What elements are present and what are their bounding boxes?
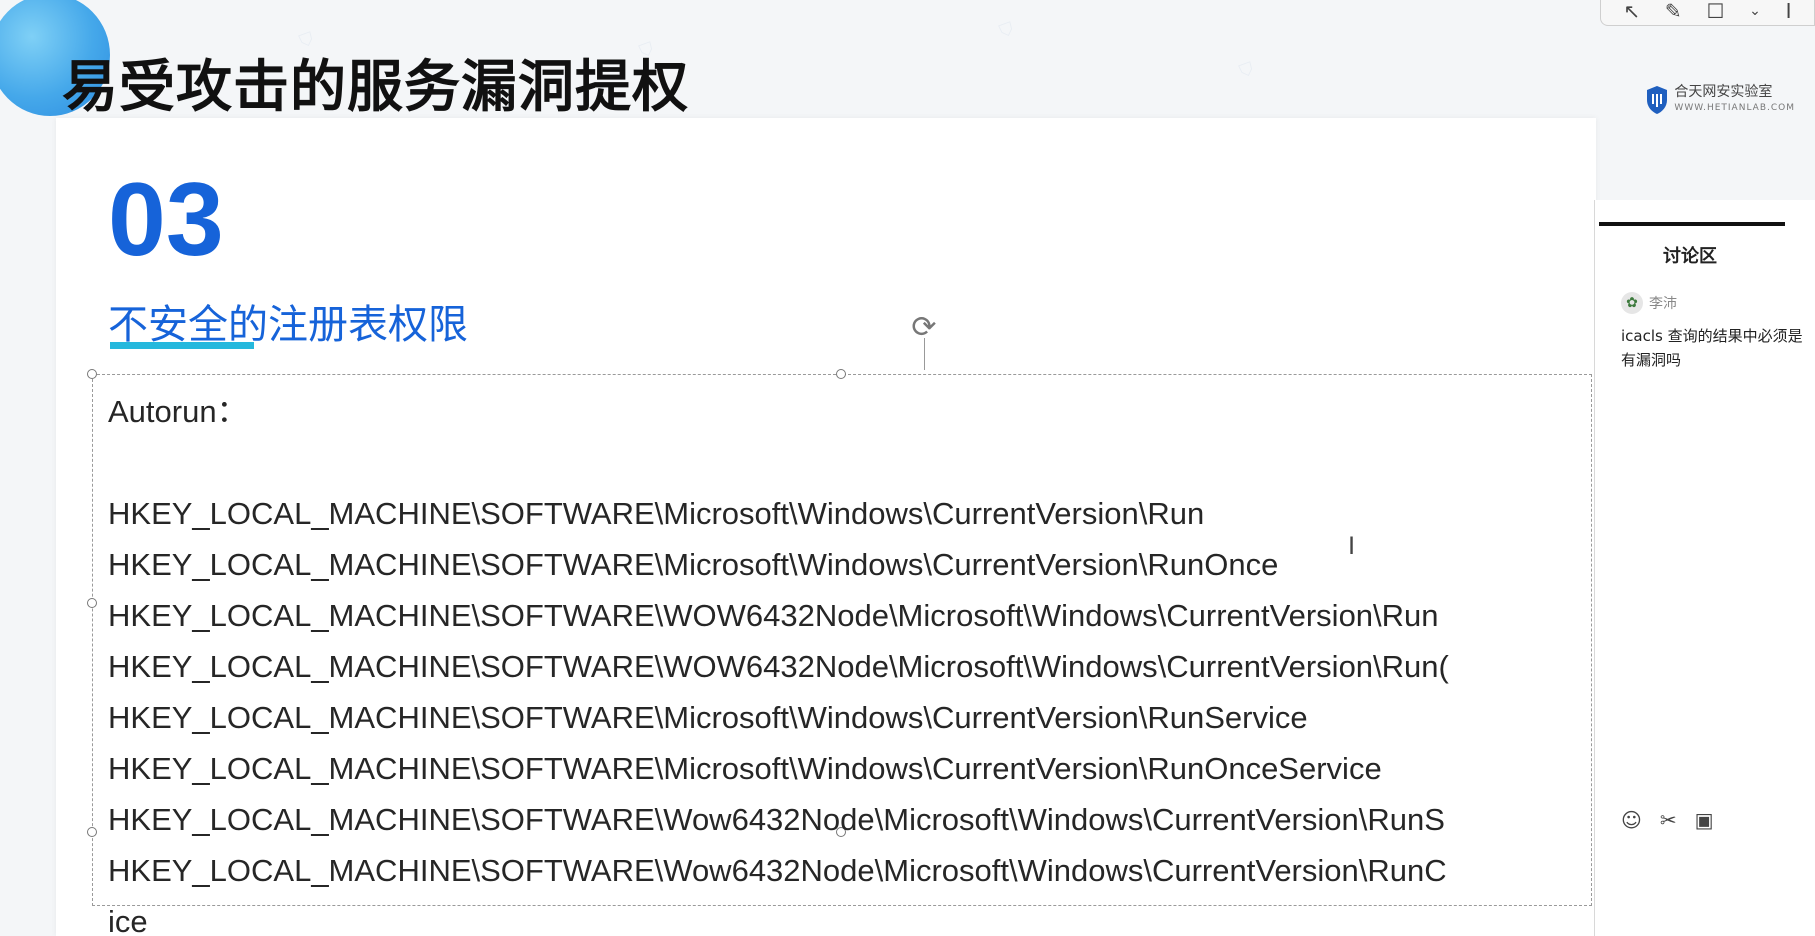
- chat-actions: ☺ ✂ ▣: [1621, 808, 1714, 832]
- resize-handle[interactable]: [836, 369, 846, 379]
- chevron-down-icon[interactable]: ⌄: [1749, 3, 1761, 19]
- brand-logo: 合天网安实验室 WWW.HETIANLAB.COM: [1646, 84, 1795, 116]
- message-author: ✿ 李沛: [1621, 292, 1677, 314]
- watermark: ⛉: [996, 18, 1017, 43]
- registry-key-line: HKEY_LOCAL_MACHINE\SOFTWARE\Wow6432Node\…: [108, 853, 1447, 888]
- annotation-toolbar: ↖ ✎ ☐ ⌄ I: [1600, 0, 1815, 26]
- scissors-icon[interactable]: ✂: [1660, 808, 1677, 832]
- cursor-icon[interactable]: ↖: [1623, 0, 1640, 23]
- shape-icon[interactable]: ☐: [1706, 0, 1724, 23]
- logo-text: 合天网安实验室 WWW.HETIANLAB.COM: [1674, 84, 1795, 116]
- registry-key-line: HKEY_LOCAL_MACHINE\SOFTWARE\Microsoft\Wi…: [108, 547, 1279, 582]
- text-cursor-icon[interactable]: I: [1786, 0, 1792, 23]
- text-cursor-icon: I: [1348, 532, 1356, 560]
- slide-canvas: 03 不安全的注册表权限 ⟳ Autorun： HKEY_LOCAL_MACHI…: [56, 118, 1596, 936]
- resize-handle[interactable]: [87, 598, 97, 608]
- avatar: ✿: [1621, 292, 1643, 314]
- emoji-icon[interactable]: ☺: [1621, 808, 1642, 832]
- watermark: ⛉: [1236, 58, 1257, 83]
- resize-handle[interactable]: [87, 827, 97, 837]
- autorun-heading: Autorun：: [108, 394, 248, 429]
- textbox-content: Autorun： HKEY_LOCAL_MACHINE\SOFTWARE\Mic…: [108, 386, 1648, 936]
- username: 李沛: [1649, 296, 1677, 312]
- registry-key-line: HKEY_LOCAL_MACHINE\SOFTWARE\WOW6432Node\…: [108, 649, 1449, 684]
- pen-icon[interactable]: ✎: [1665, 0, 1682, 23]
- presentation-screen: ⛉ ⛉ ⛉ ⛉ 易受攻击的服务漏洞提权 ↖ ✎ ☐ ⌄ I 合天网安实验室 WW…: [0, 0, 1815, 936]
- registry-key-line: HKEY_LOCAL_MACHINE\SOFTWARE\WOW6432Node\…: [108, 598, 1439, 633]
- logo-name: 合天网安实验室: [1674, 84, 1773, 100]
- discussion-panel: 讨论区 ✿ 李沛 icacls 查询的结果中必须是有漏洞吗 ☺ ✂ ▣: [1594, 200, 1815, 936]
- resize-handle[interactable]: [87, 369, 97, 379]
- registry-key-line: HKEY_LOCAL_MACHINE\SOFTWARE\Microsoft\Wi…: [108, 751, 1382, 786]
- registry-key-line: HKEY_LOCAL_MACHINE\SOFTWARE\Wow6432Node\…: [108, 802, 1445, 837]
- shield-icon: [1647, 86, 1668, 114]
- section-underline: [110, 342, 254, 349]
- page-title: 易受攻击的服务漏洞提权: [62, 55, 689, 120]
- rotate-icon[interactable]: ⟳: [908, 312, 940, 344]
- chat-message: icacls 查询的结果中必须是有漏洞吗: [1621, 327, 1803, 369]
- wrapped-line-tail: ice: [108, 904, 148, 936]
- image-icon[interactable]: ▣: [1695, 808, 1714, 832]
- registry-key-line: HKEY_LOCAL_MACHINE\SOFTWARE\Microsoft\Wi…: [108, 700, 1308, 735]
- registry-key-line: HKEY_LOCAL_MACHINE\SOFTWARE\Microsoft\Wi…: [108, 496, 1205, 531]
- section-number: 03: [108, 162, 224, 278]
- panel-top-bar: [1599, 222, 1785, 226]
- discussion-title: 讨论区: [1663, 246, 1717, 267]
- logo-url: WWW.HETIANLAB.COM: [1674, 103, 1795, 113]
